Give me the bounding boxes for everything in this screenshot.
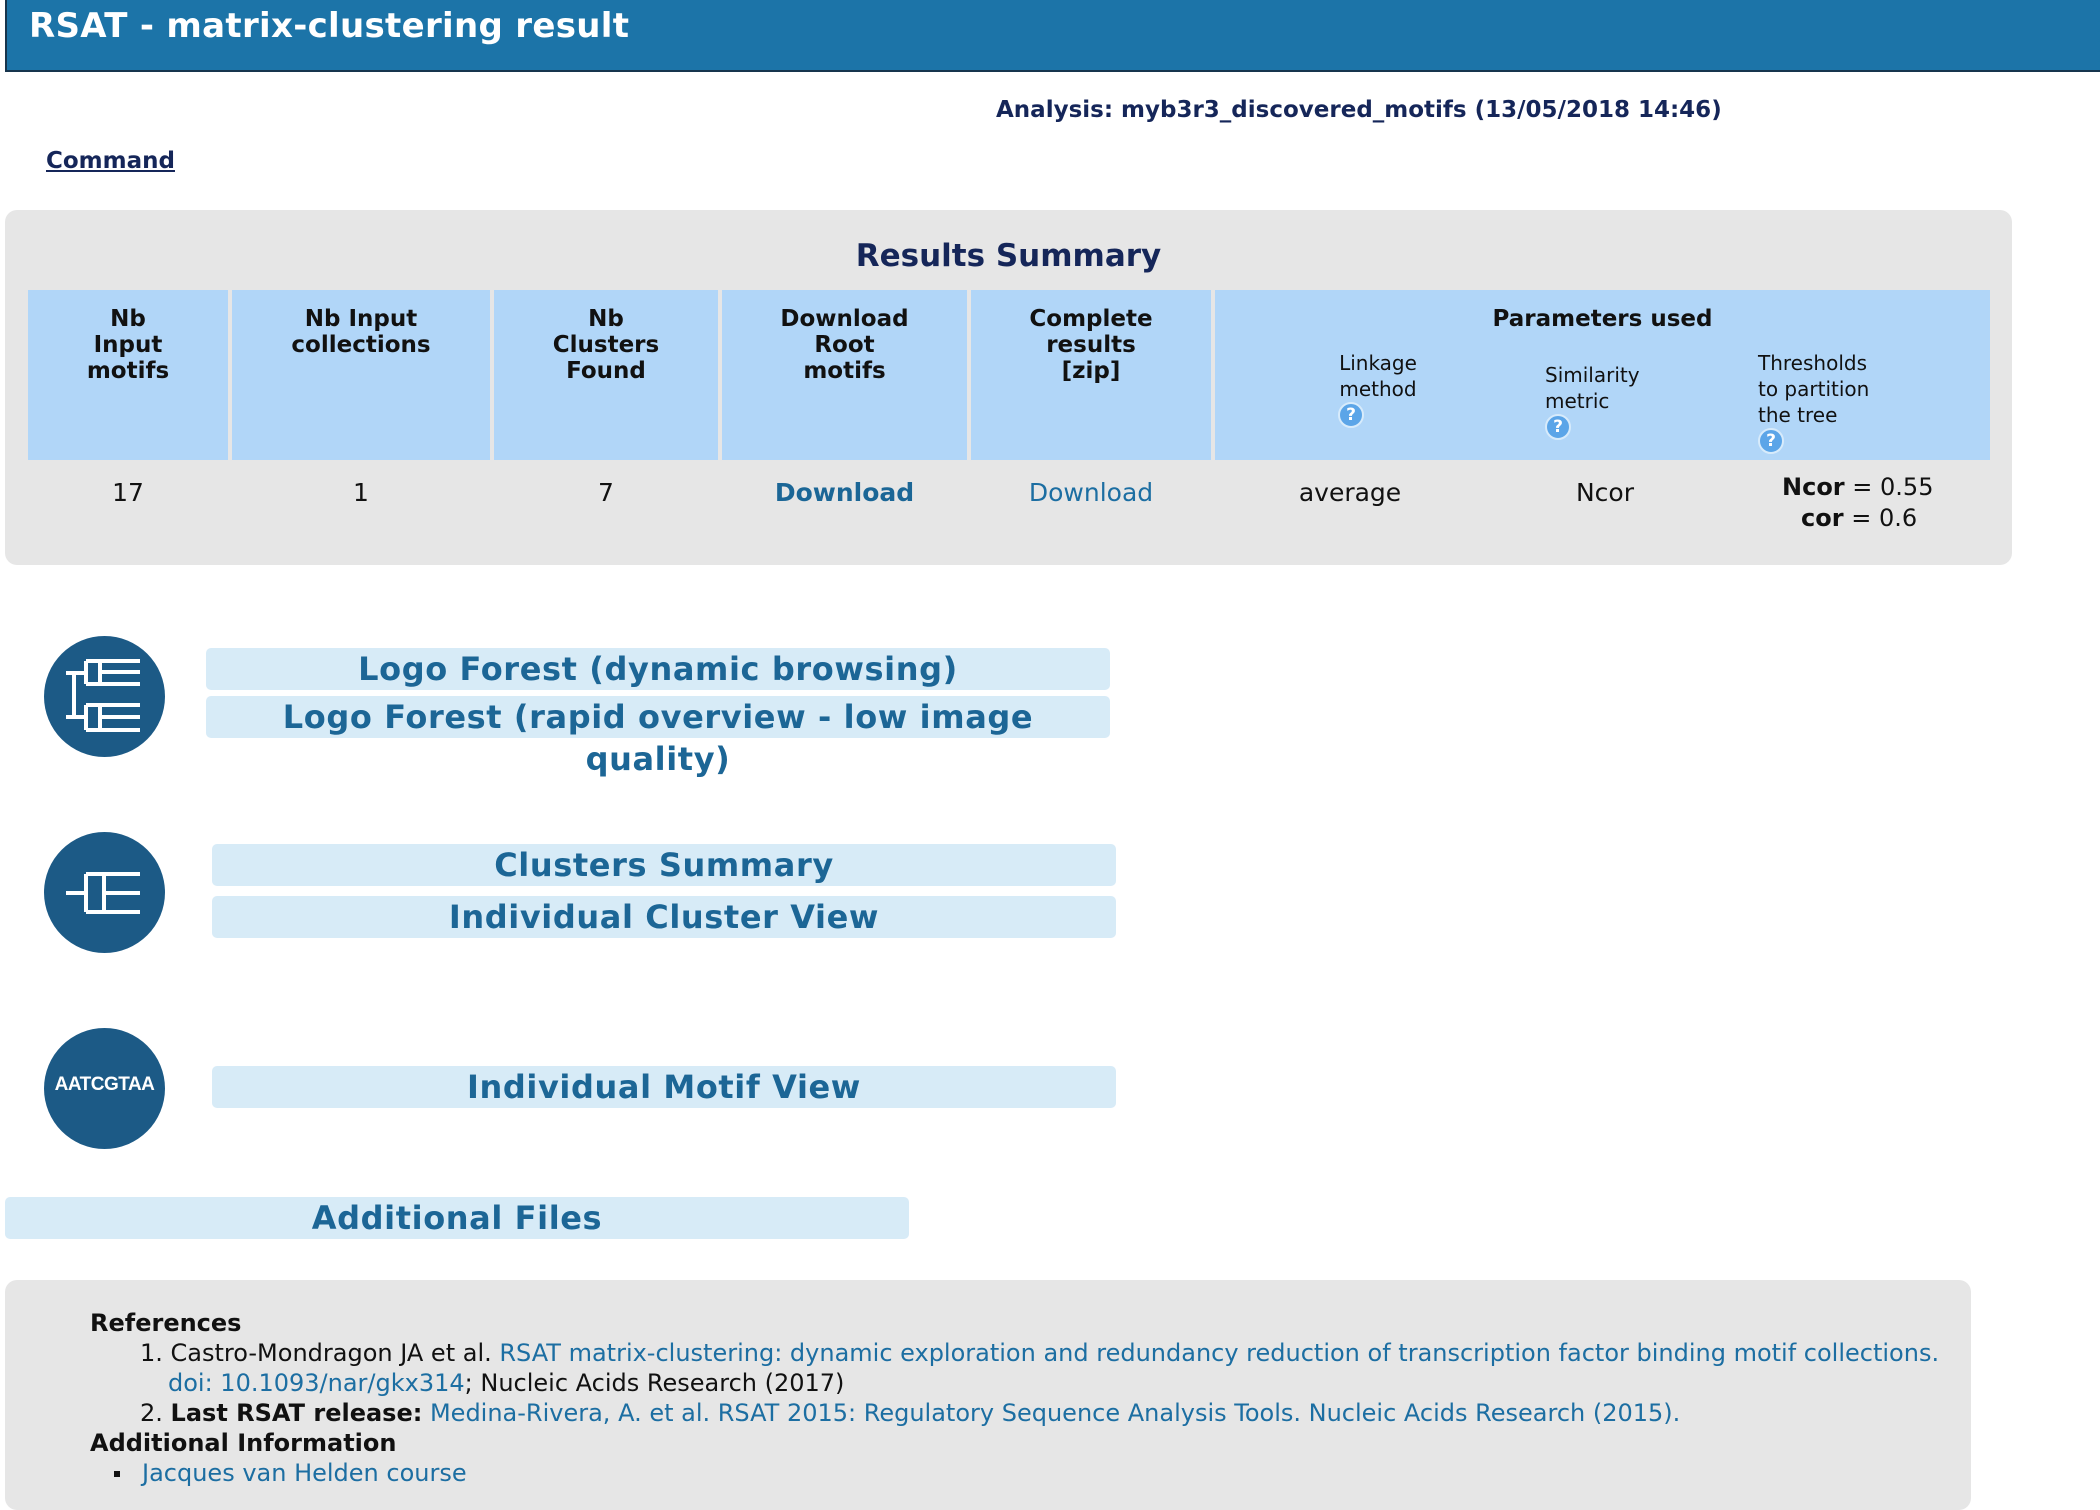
command-link[interactable]: Command	[46, 148, 175, 174]
header-complete-results: Complete results [zip]	[971, 290, 1211, 460]
additional-files-button[interactable]: Additional Files	[5, 1197, 909, 1239]
results-summary-title: Results Summary	[855, 238, 1162, 274]
value-similarity-metric: Ncor	[1575, 478, 1635, 507]
results-summary-panel: Results Summary Nb Input motifs Nb Input…	[5, 210, 2012, 565]
motif-icon: AATCGTAA	[44, 1028, 165, 1149]
references-heading: References	[90, 1309, 242, 1337]
thresholds-help-icon[interactable]: ?	[1758, 428, 1784, 454]
header-linkage-method: Linkage method ?	[1338, 350, 1418, 428]
header-nb-clusters-found: Nb Clusters Found	[494, 290, 718, 460]
page-title: RSAT - matrix-clustering result	[29, 6, 630, 46]
value-nb-clusters-found: 7	[598, 478, 614, 507]
header-similarity-metric: Similarity metric?	[1545, 362, 1640, 440]
individual-motif-view-button[interactable]: Individual Motif View	[212, 1066, 1116, 1108]
header-parameters-used: Parameters used Linkage method ? Similar…	[1215, 290, 1990, 460]
reference-1: 1. Castro-Mondragon JA et al. RSAT matri…	[140, 1339, 1940, 1367]
cluster-icon	[44, 832, 165, 953]
clusters-summary-button[interactable]: Clusters Summary	[212, 844, 1116, 886]
logo-forest-rapid-button[interactable]: Logo Forest (rapid overview - low image …	[206, 696, 1110, 778]
linkage-help-icon[interactable]: ?	[1338, 402, 1364, 428]
reference-2: 2. Last RSAT release: Medina-Rivera, A. …	[140, 1399, 1681, 1427]
motif-icon-text: AATCGTAA	[54, 1074, 155, 1095]
header-thresholds: Thresholds to partition the tree ?	[1758, 350, 1869, 454]
reference-2-link[interactable]: Medina-Rivera, A. et al. RSAT 2015: Regu…	[430, 1399, 1680, 1427]
top-banner: RSAT - matrix-clustering result	[5, 0, 2100, 72]
value-nb-input-motifs: 17	[112, 478, 144, 507]
reference-1-doi-line: doi: 10.1093/nar/gkx314; Nucleic Acids R…	[168, 1369, 845, 1397]
similarity-help-icon[interactable]: ?	[1545, 414, 1571, 440]
download-root-motifs-link[interactable]: Download	[722, 478, 967, 507]
individual-cluster-view-button[interactable]: Individual Cluster View	[212, 896, 1116, 938]
tree-icon	[44, 636, 165, 757]
value-linkage-method: average	[1298, 478, 1402, 507]
logo-forest-dynamic-button[interactable]: Logo Forest (dynamic browsing)	[206, 648, 1110, 690]
course-link[interactable]: Jacques van Helden course	[142, 1459, 467, 1487]
references-panel: References 1. Castro-Mondragon JA et al.…	[5, 1280, 1971, 1510]
header-nb-input-collections: Nb Input collections	[232, 290, 490, 460]
reference-1-title-link[interactable]: RSAT matrix-clustering: dynamic explorat…	[499, 1339, 1939, 1367]
bullet-icon	[114, 1471, 120, 1477]
value-nb-input-collections: 1	[353, 478, 369, 507]
header-download-root-motifs: Download Root motifs	[722, 290, 967, 460]
additional-information-heading: Additional Information	[90, 1429, 397, 1457]
reference-1-doi-link[interactable]: doi: 10.1093/nar/gkx314	[168, 1369, 465, 1397]
download-complete-results-link[interactable]: Download	[971, 478, 1211, 507]
header-nb-input-motifs: Nb Input motifs	[28, 290, 228, 460]
value-thresholds: Ncor = 0.55 cor = 0.6	[1782, 473, 1934, 532]
additional-information-item: Jacques van Helden course	[90, 1458, 1939, 1488]
analysis-label: Analysis: myb3r3_discovered_motifs (13/0…	[996, 97, 1722, 123]
